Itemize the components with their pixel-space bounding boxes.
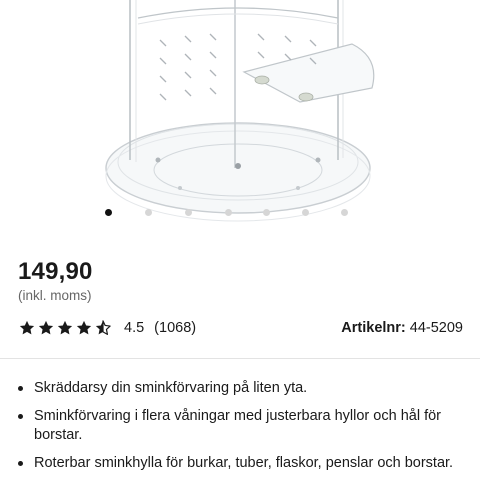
bullet-dot [18, 386, 23, 391]
bullet-dot [18, 414, 23, 419]
star-icon [57, 320, 73, 335]
rating-stars [18, 319, 113, 337]
list-item: Roterbar sminkhylla för burkar, tuber, f… [18, 454, 468, 473]
carousel-dot[interactable] [185, 209, 192, 216]
bullet-dot [18, 461, 23, 466]
list-item: Sminkförvaring i flera våningar med just… [18, 407, 468, 445]
carousel-dot[interactable] [302, 209, 309, 216]
feature-text: Roterbar sminkhylla för burkar, tuber, f… [34, 455, 454, 471]
article-number-label: Artikelnr: [341, 320, 406, 336]
review-count-link[interactable]: (1068) [154, 320, 196, 336]
list-item: Skräddarsy din sminkförvaring på liten y… [18, 379, 468, 398]
feature-text: Skräddarsy din sminkförvaring på liten y… [34, 380, 308, 396]
carousel-dot[interactable] [263, 209, 270, 216]
star-icon [19, 320, 35, 335]
product-rating[interactable]: 4.5 (1068) [18, 318, 196, 338]
article-number-value: 44-5209 [409, 320, 463, 336]
product-illustration [105, 0, 375, 222]
image-carousel-dots[interactable] [0, 209, 480, 221]
rating-value: 4.5 [124, 320, 145, 336]
carousel-dot[interactable] [105, 209, 112, 216]
carousel-dot[interactable] [341, 209, 348, 216]
star-icon [38, 320, 54, 335]
section-divider [0, 358, 480, 359]
feature-list: Skräddarsy din sminkförvaring på liten y… [18, 379, 468, 482]
article-number: Artikelnr: 44-5209 [341, 320, 463, 336]
carousel-dot[interactable] [145, 209, 152, 216]
feature-text: Sminkförvaring i flera våningar med just… [34, 408, 441, 443]
product-image[interactable] [0, 0, 480, 222]
star-icon [76, 320, 92, 335]
carousel-dot[interactable] [225, 209, 232, 216]
price-vat-note: (inkl. moms) [18, 288, 92, 303]
product-price: 149,90 [18, 258, 93, 285]
star-half-icon [95, 320, 111, 335]
